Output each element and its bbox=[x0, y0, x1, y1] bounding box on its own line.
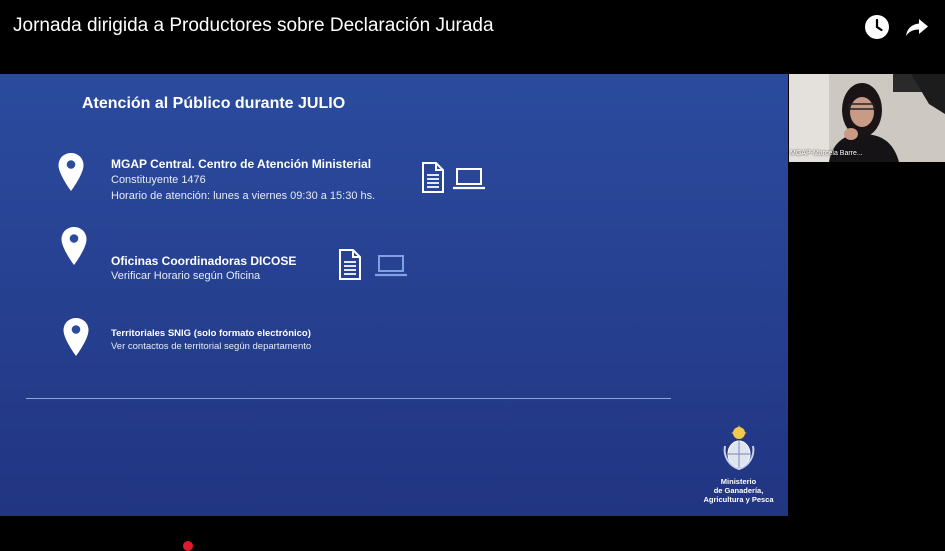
location-pin-icon bbox=[60, 226, 88, 266]
document-icon bbox=[338, 249, 362, 285]
presentation-slide: Atención al Público durante JULIO MGAP C… bbox=[0, 74, 788, 516]
participant-video[interactable]: MGAP-Marcela Barre... bbox=[789, 74, 945, 162]
slide-divider bbox=[26, 398, 671, 399]
location-pin-icon bbox=[57, 152, 85, 192]
ministry-name-line: Agricultura y Pesca bbox=[703, 495, 774, 504]
ministry-logo: Ministerio de Ganadería, Agricultura y P… bbox=[696, 424, 781, 504]
location-pin-icon bbox=[62, 317, 90, 357]
video-title[interactable]: Jornada dirigida a Productores sobre Dec… bbox=[13, 15, 494, 37]
location-detail: Constituyente 1476 bbox=[111, 174, 206, 186]
participant-name-label: MGAP-Marcela Barre... bbox=[790, 150, 863, 157]
ministry-name-line: Ministerio bbox=[720, 477, 757, 486]
slide-heading: Atención al Público durante JULIO bbox=[82, 95, 346, 112]
location-name: MGAP Central. Centro de Atención Ministe… bbox=[111, 157, 372, 171]
document-icon bbox=[421, 162, 445, 198]
laptop-icon bbox=[452, 167, 486, 196]
laptop-icon bbox=[374, 254, 408, 283]
location-detail: Ver contactos de territorial según depar… bbox=[111, 341, 312, 352]
share-arrow-icon[interactable] bbox=[904, 14, 930, 40]
location-detail: Horario de atención: lunes a viernes 09:… bbox=[111, 190, 376, 202]
coat-of-arms-icon bbox=[723, 425, 754, 471]
video-header: Jornada dirigida a Productores sobre Dec… bbox=[0, 0, 945, 74]
ministry-name-line: de Ganadería, bbox=[713, 486, 764, 495]
participant-avatar bbox=[789, 74, 945, 162]
location-name: Oficinas Coordinadoras DICOSE bbox=[111, 254, 297, 268]
progress-scrubber-handle[interactable] bbox=[183, 541, 193, 551]
location-name: Territoriales SNIG (solo formato electró… bbox=[111, 328, 311, 339]
location-detail: Verificar Horario según Oficina bbox=[111, 270, 261, 282]
clock-icon[interactable] bbox=[864, 14, 890, 40]
